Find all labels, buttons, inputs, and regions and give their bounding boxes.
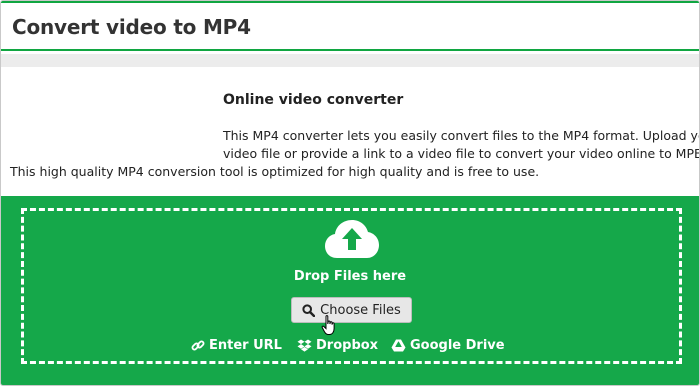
- intro-line: This high quality MP4 conversion tool is…: [10, 164, 540, 179]
- dropbox-link[interactable]: Dropbox: [297, 338, 378, 353]
- page-header: Convert video to MP4: [1, 1, 699, 51]
- enter-url-link[interactable]: Enter URL: [191, 338, 282, 353]
- intro-title: Online video converter: [223, 92, 404, 108]
- hand-cursor-icon: [321, 315, 335, 335]
- intro-line: This MP4 converter lets you easily conve…: [223, 128, 700, 143]
- link-icon: [191, 340, 205, 350]
- dropbox-label: Dropbox: [316, 338, 379, 353]
- choose-files-button[interactable]: Choose Files: [291, 297, 412, 323]
- enter-url-label: Enter URL: [209, 338, 282, 353]
- intro-line: video file or provide a link to a video …: [223, 146, 700, 161]
- google-drive-label: Google Drive: [410, 338, 505, 353]
- google-drive-link[interactable]: Google Drive: [391, 338, 505, 353]
- google-drive-icon: [391, 339, 406, 352]
- page-title: Convert video to MP4: [12, 15, 251, 39]
- drop-files-label: Drop Files here: [293, 269, 407, 284]
- intro-description: This MP4 converter lets you easily conve…: [10, 127, 700, 181]
- search-icon: [302, 303, 316, 317]
- cloud-upload-icon: [325, 220, 379, 258]
- dropbox-icon: [297, 339, 312, 352]
- converter-card: Convert video to MP4 Online video conver…: [0, 0, 700, 386]
- separator-bar: [1, 54, 699, 67]
